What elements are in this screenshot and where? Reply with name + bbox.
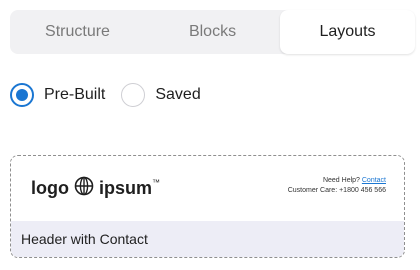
tab-layouts[interactable]: Layouts (280, 10, 415, 54)
radio-saved[interactable]: Saved (121, 83, 201, 107)
tab-blocks[interactable]: Blocks (145, 10, 280, 54)
logo-text-left: logo (31, 178, 69, 198)
tab-bar: Structure Blocks Layouts (10, 10, 415, 54)
radio-unchecked-icon[interactable] (121, 83, 146, 107)
radio-pre-built[interactable]: Pre-Built (10, 83, 105, 107)
globe-icon (74, 176, 94, 201)
layout-card-footer: Header with Contact (11, 221, 404, 257)
logo-text-right: ipsum (99, 178, 153, 198)
layout-source-radio-group: Pre-Built Saved (10, 80, 217, 110)
contact-info: Need Help? Contact Customer Care: +1800 … (288, 176, 386, 196)
radio-checked-icon[interactable] (10, 83, 34, 107)
customer-care-text: Customer Care: +1800 456 566 (287, 187, 386, 194)
logo-ipsum: logo ipsum ™ (31, 176, 160, 201)
tab-structure[interactable]: Structure (10, 10, 145, 54)
layout-card-title: Header with Contact (21, 231, 148, 247)
help-line: Need Help? Contact (288, 176, 386, 186)
help-text: Need Help? (322, 177, 360, 184)
logo-trademark: ™ (152, 178, 161, 187)
radio-saved-label: Saved (155, 86, 201, 103)
layout-preview: logo ipsum ™ Need Help? Contact Customer… (11, 156, 404, 222)
contact-link[interactable]: Contact (362, 177, 386, 184)
layout-card-header-with-contact[interactable]: logo ipsum ™ Need Help? Contact Customer… (10, 155, 405, 258)
radio-pre-built-label: Pre-Built (44, 86, 106, 103)
layouts-panel: Structure Blocks Layouts Pre-Built Saved… (0, 0, 420, 270)
